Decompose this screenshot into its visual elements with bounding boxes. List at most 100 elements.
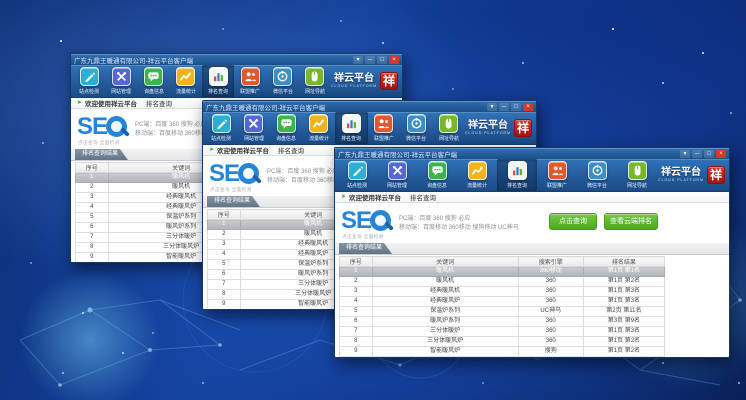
toolbar-item-label: 联盟推广 — [547, 181, 567, 188]
skin-icon[interactable]: ▾ — [680, 150, 690, 158]
brand-name: 祥云平台 — [658, 168, 704, 178]
toolbar-item-label: 站点检测 — [347, 181, 367, 188]
table-header-cell: 搜索引擎 — [518, 257, 583, 267]
toolbar-item-line-chart[interactable]: 流量统计 — [457, 159, 497, 191]
toolbar-item-tools[interactable]: 网站管理 — [377, 159, 417, 191]
table-row[interactable]: 3经典暖风机360第1页 第3名 — [340, 287, 665, 297]
toolbar-item-line-chart[interactable]: 流量统计 — [303, 112, 336, 144]
tab-rank-results[interactable]: 排名查询结果 — [207, 196, 260, 207]
welcome-icon: ➤ — [209, 147, 214, 153]
toolbar-item-chat[interactable]: 询盘信息 — [270, 112, 303, 144]
toolbar-item-label: 排名查询 — [507, 181, 527, 188]
table-header-cell: 序号 — [76, 163, 109, 173]
toolbar-item-bar-chart[interactable]: 排名查询 — [335, 112, 368, 144]
toolbar-item-label: 流量统计 — [467, 181, 487, 188]
rank-results-table: 序号关键词搜索引擎排名结果 1暖风机360移动第1页 第1名2暖风机360第1页… — [339, 256, 665, 358]
table-row[interactable]: 1暖风机360移动第1页 第1名 — [340, 267, 665, 277]
table-row[interactable]: 4经典暖风炉360第1页 第3名 — [340, 297, 665, 307]
toolbar-item-tools[interactable]: 网站管理 — [105, 65, 137, 97]
compass-icon — [273, 67, 292, 86]
tab-strip: 排名查询结果 — [335, 243, 729, 255]
minimize-icon[interactable]: ─ — [692, 150, 702, 158]
toolbar-item-mouse[interactable]: 网址导航 — [617, 159, 657, 191]
window-titlebar[interactable]: 广东九鼎王暖通有限公司-祥云平台客户端 ▾ ─ □ × — [335, 148, 729, 159]
tab-rank-results[interactable]: 排名查询结果 — [339, 243, 392, 254]
tab-rank-results[interactable]: 排名查询结果 — [75, 149, 128, 160]
brand-subtitle: CLOUD PLATFORM — [658, 178, 704, 182]
minimize-icon[interactable]: ─ — [499, 103, 509, 111]
mouse-icon — [628, 161, 647, 180]
close-icon[interactable]: × — [389, 56, 399, 64]
toolbar-item-people[interactable]: 联盟推广 — [234, 65, 266, 97]
line-chart-icon — [176, 67, 195, 86]
people-icon — [241, 67, 260, 86]
toolbar-item-label: 询盘信息 — [144, 87, 164, 94]
engine-info-mobile: 移动端：百度移动 360移动 搜狗移动 UC神马 — [399, 224, 519, 233]
toolbar-items: 站点检测网站管理询盘信息流量统计排名查询联盟推广微信平台网址导航 — [205, 112, 465, 144]
toolbar-item-label: 联盟推广 — [240, 87, 260, 94]
toolbar-item-tools[interactable]: 网站管理 — [238, 112, 271, 144]
window-title: 广东九鼎王暖通有限公司-祥云平台客户端 — [338, 149, 457, 159]
welcome-text: 欢迎使用祥云平台 — [217, 145, 269, 155]
toolbar-item-label: 网址导航 — [439, 134, 459, 141]
window-title: 广东九鼎王暖通有限公司-祥云平台客户端 — [74, 55, 193, 65]
table-row[interactable]: 7三分体暖炉360第1页 第3名 — [340, 327, 665, 337]
close-icon[interactable]: × — [716, 150, 726, 158]
toolbar-item-bar-chart[interactable]: 排名查询 — [497, 159, 537, 191]
maximize-icon[interactable]: □ — [704, 150, 714, 158]
pencil-icon — [80, 67, 99, 86]
brand-name: 祥云平台 — [331, 74, 377, 84]
toolbar-item-compass[interactable]: 微信平台 — [577, 159, 617, 191]
content-area: SE 点击查询 全面检测 PC端：百度 360 搜狗 必应 移动端：百度移动 3… — [335, 203, 729, 358]
table-row[interactable]: 5保温炉系列UC神马第2页 第11名 — [340, 307, 665, 317]
engine-info-pc: PC端：百度 360 搜狗 必应 — [399, 215, 519, 224]
table-row[interactable]: 9智能暖风炉搜狗第1页 第2名 — [340, 347, 665, 357]
toolbar-items: 站点检测 网站管理 询盘信息流量统计 排名查询 联盟推广 微信平台网址导航 — [337, 159, 658, 191]
app-window[interactable]: 广东九鼎王暖通有限公司-祥云平台客户端 ▾ ─ □ × 站点检测 网站管理 询盘信息… — [334, 147, 730, 358]
toolbar-item-label: 排名查询 — [208, 87, 228, 94]
brand-logo: 祥 — [514, 119, 532, 137]
seo-logo: SE 点击查询 全面检测 — [341, 209, 391, 240]
mouse-icon — [305, 67, 324, 86]
bar-chart-icon — [508, 161, 527, 180]
table-row[interactable]: 2暖风机360第1页 第2名 — [340, 277, 665, 287]
toolbar-item-mouse[interactable]: 网址导航 — [299, 65, 331, 97]
page-title: 排名查询 — [410, 192, 436, 202]
toolbar-item-people[interactable]: 联盟推广 — [537, 159, 577, 191]
toolbar-item-label: 网站管理 — [244, 134, 264, 141]
query-button[interactable]: 点击查询 — [549, 213, 597, 230]
window-titlebar[interactable]: 广东九鼎王暖通有限公司-祥云平台客户端 ▾ ─ □ × — [71, 54, 402, 65]
welcome-icon: ➤ — [77, 100, 82, 106]
toolbar-item-pencil[interactable]: 站点检测 — [73, 65, 105, 97]
bar-chart-icon — [342, 114, 361, 133]
pencil-icon — [212, 114, 231, 133]
table-row[interactable]: 10智能暖风炉360第1页 第3名 — [340, 357, 665, 359]
table-row[interactable]: 8三分体暖风炉360第1页 第2名 — [340, 337, 665, 347]
toolbar-item-line-chart[interactable]: 流量统计 — [170, 65, 202, 97]
seo-logo: SE 点击查询 全面检测 — [77, 115, 127, 146]
toolbar-item-compass[interactable]: 微信平台 — [267, 65, 299, 97]
brand-block: 祥云平台 CLOUD PLATFORM 祥 — [465, 112, 534, 144]
toolbar-item-mouse[interactable]: 网址导航 — [433, 112, 466, 144]
toolbar-item-people[interactable]: 联盟推广 — [368, 112, 401, 144]
toolbar-item-compass[interactable]: 微信平台 — [400, 112, 433, 144]
welcome-text: 欢迎使用祥云平台 — [349, 192, 401, 202]
toolbar-item-pencil[interactable]: 站点检测 — [205, 112, 238, 144]
table-row[interactable]: 6暖风炉系列360第3页 第9名 — [340, 317, 665, 327]
skin-icon[interactable]: ▾ — [353, 56, 363, 64]
line-chart-icon — [468, 161, 487, 180]
toolbar-item-label: 网站管理 — [387, 181, 407, 188]
minimize-icon[interactable]: ─ — [365, 56, 375, 64]
toolbar-item-bar-chart[interactable]: 排名查询 — [202, 65, 234, 97]
desktop-background: 广东九鼎王暖通有限公司-祥云平台客户端 ▾ ─ □ × 站点检测网站管理询盘信息… — [0, 0, 746, 400]
cloud-rank-button[interactable]: 查看云端排名 — [604, 213, 658, 230]
window-titlebar[interactable]: 广东九鼎王暖通有限公司-祥云平台客户端 ▾ ─ □ × — [203, 101, 536, 112]
toolbar-item-chat[interactable]: 询盘信息 — [138, 65, 170, 97]
close-icon[interactable]: × — [523, 103, 533, 111]
maximize-icon[interactable]: □ — [511, 103, 521, 111]
skin-icon[interactable]: ▾ — [487, 103, 497, 111]
toolbar-item-pencil[interactable]: 站点检测 — [337, 159, 377, 191]
toolbar-item-chat[interactable]: 询盘信息 — [417, 159, 457, 191]
maximize-icon[interactable]: □ — [377, 56, 387, 64]
magnifier-icon — [106, 116, 127, 137]
